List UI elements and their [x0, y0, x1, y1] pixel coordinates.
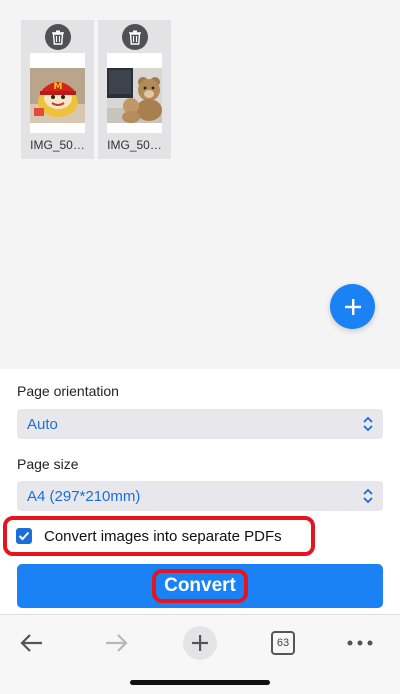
convert-highlight: Convert	[152, 569, 248, 603]
forward-button[interactable]	[96, 623, 136, 663]
new-tab-circle	[183, 626, 217, 660]
photo-teddy-bears	[107, 68, 162, 123]
image-filename: IMG_50…	[107, 138, 162, 152]
chevron-updown-icon	[363, 488, 373, 504]
more-dots-icon	[347, 640, 373, 646]
photo-toy-mascot: M	[30, 68, 85, 123]
page-size-value: A4 (297*210mm)	[27, 487, 141, 505]
add-image-button[interactable]	[330, 284, 375, 329]
image-filename: IMG_50…	[30, 138, 85, 152]
delete-image-button[interactable]	[121, 24, 148, 50]
new-tab-button[interactable]	[180, 623, 220, 663]
chevron-updown-icon	[363, 416, 373, 432]
more-button[interactable]	[340, 623, 380, 663]
image-gallery: M IMG_50… IMG_50…	[0, 0, 400, 369]
page-size-label: Page size	[17, 456, 79, 472]
image-thumbnail-card[interactable]: IMG_50…	[98, 20, 171, 159]
plus-icon	[344, 298, 361, 315]
page-size-select[interactable]: A4 (297*210mm)	[17, 481, 383, 511]
home-indicator	[130, 680, 270, 685]
tabs-button[interactable]: 63	[263, 623, 303, 663]
image-preview-frame	[107, 53, 162, 133]
page-orientation-value: Auto	[27, 415, 58, 433]
separate-pdfs-label: Convert images into separate PDFs	[44, 527, 282, 545]
page-orientation-select[interactable]: Auto	[17, 409, 383, 439]
pdf-converter-screen: M IMG_50… IMG_50… Page orientation Auto …	[0, 0, 400, 694]
separate-pdfs-option[interactable]: Convert images into separate PDFs	[3, 516, 315, 556]
image-thumbnail-card[interactable]: M IMG_50…	[21, 20, 94, 159]
convert-button-label: Convert	[164, 575, 236, 596]
checkmark-icon	[18, 531, 30, 541]
svg-text:M: M	[54, 82, 63, 92]
image-preview-frame: M	[30, 53, 85, 133]
trash-icon	[128, 30, 141, 45]
arrow-right-icon	[106, 634, 128, 652]
delete-image-button[interactable]	[44, 24, 71, 50]
separate-pdfs-checkbox[interactable]	[16, 528, 32, 544]
plus-icon	[192, 635, 208, 651]
page-orientation-label: Page orientation	[17, 383, 119, 399]
tabs-count-badge: 63	[271, 631, 295, 655]
back-button[interactable]	[12, 623, 52, 663]
arrow-left-icon	[20, 634, 42, 652]
convert-button[interactable]: Convert	[17, 564, 383, 608]
trash-icon	[51, 30, 64, 45]
